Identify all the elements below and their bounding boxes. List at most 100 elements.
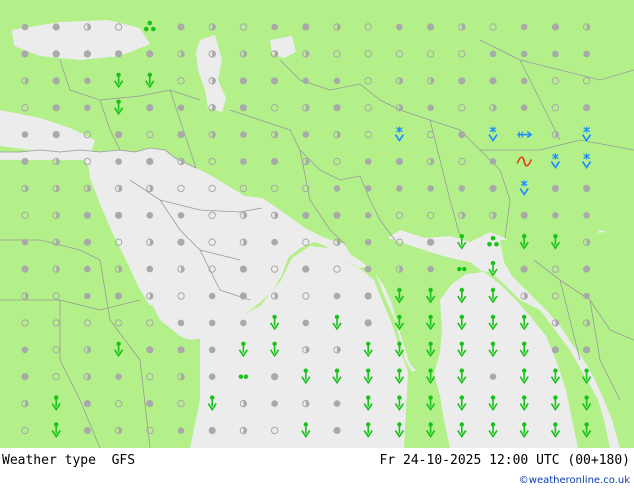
- cloud-cover-icon: [396, 23, 403, 31]
- cloud-cover-icon: [458, 77, 466, 85]
- cloud-cover-icon: [520, 77, 528, 85]
- cloud-cover-icon: [177, 131, 185, 139]
- cloud-cover-icon: [489, 77, 497, 85]
- cloud-cover-icon: [208, 292, 216, 300]
- cloud-cover-icon: [364, 292, 372, 300]
- valid-time: Fr 24-10-2025 12:00 UTC (00+180): [379, 453, 630, 468]
- cloud-cover-icon: [177, 104, 185, 111]
- cloud-cover-icon: [115, 131, 123, 139]
- cloud-cover-icon: [84, 265, 91, 273]
- cloud-cover-icon: [271, 157, 279, 166]
- cloud-cover-icon: [146, 400, 154, 408]
- cloud-cover-icon: [520, 104, 528, 111]
- cloud-cover-icon: [583, 184, 591, 192]
- cloud-cover-icon: [240, 158, 247, 165]
- cloud-cover-icon: [427, 238, 435, 246]
- cloud-cover-icon: [302, 23, 310, 31]
- cloud-cover-icon: [333, 185, 341, 192]
- cloud-cover-icon: [583, 292, 590, 300]
- cloud-cover-icon: [146, 346, 154, 354]
- cloud-cover-icon: [333, 426, 341, 435]
- cloud-cover-icon: [333, 211, 341, 219]
- cloud-cover-icon: [302, 265, 310, 273]
- cloud-cover-icon: [520, 211, 528, 219]
- cloud-cover-icon: [208, 426, 216, 435]
- cloud-cover-icon: [208, 346, 216, 354]
- cloud-cover-icon: [364, 238, 372, 246]
- cloud-cover-icon: [146, 212, 154, 219]
- cloud-cover-icon: [177, 319, 185, 327]
- cloud-cover-icon: [177, 238, 185, 246]
- cloud-cover-icon: [364, 319, 372, 327]
- cloud-cover-icon: [364, 158, 372, 165]
- cloud-cover-icon: [302, 77, 310, 85]
- cloud-cover-icon: [271, 238, 278, 246]
- cloud-cover-icon: [21, 157, 29, 166]
- cloud-cover-icon: [115, 373, 122, 381]
- cloud-cover-icon: [458, 131, 466, 139]
- cloud-cover-icon: [552, 50, 559, 58]
- cloud-cover-icon: [146, 265, 154, 273]
- cloud-cover-icon: [177, 346, 185, 354]
- cloud-cover-icon: [583, 50, 590, 58]
- cloud-cover-icon: [115, 211, 123, 219]
- map-title: Weather type GFS: [2, 453, 136, 468]
- cloud-cover-icon: [364, 185, 372, 192]
- cloud-cover-icon: [239, 265, 247, 273]
- cloud-cover-icon: [333, 104, 341, 112]
- cloud-cover-icon: [427, 23, 435, 31]
- weather-map-page: Weather type GFS Fr 24-10-2025 12:00 UTC…: [0, 0, 634, 490]
- cloud-cover-icon: [21, 131, 29, 138]
- weather-type-map: [0, 0, 634, 448]
- cloud-cover-icon: [302, 131, 310, 138]
- cloud-cover-icon: [520, 265, 528, 273]
- cloud-cover-icon: [239, 292, 247, 300]
- cloud-cover-icon: [21, 50, 29, 58]
- cloud-cover-icon: [21, 23, 29, 31]
- credit-link[interactable]: ©weatheronline.co.uk: [519, 475, 630, 486]
- cloud-cover-icon: [364, 212, 372, 219]
- cloud-cover-icon: [489, 184, 497, 192]
- cloud-cover-icon: [83, 238, 91, 246]
- cloud-cover-icon: [583, 212, 590, 219]
- cloud-cover-icon: [115, 158, 122, 165]
- cloud-cover-icon: [83, 400, 91, 408]
- cloud-cover-icon: [333, 400, 341, 407]
- cloud-cover-icon: [146, 157, 154, 166]
- cloud-cover-icon: [552, 212, 559, 219]
- cloud-cover-icon: [583, 104, 591, 112]
- cloud-cover-icon: [551, 23, 560, 31]
- cloud-cover-icon: [583, 265, 591, 273]
- cloud-cover-icon: [208, 319, 216, 327]
- cloud-cover-icon: [583, 346, 591, 354]
- cloud-cover-icon: [302, 319, 310, 327]
- cloud-cover-icon: [21, 373, 29, 381]
- cloud-cover-icon: [551, 346, 560, 354]
- cloud-cover-icon: [21, 346, 29, 354]
- cloud-cover-icon: [333, 292, 341, 300]
- cloud-cover-icon: [271, 23, 278, 31]
- cloud-cover-icon: [302, 211, 310, 219]
- cloud-cover-icon: [271, 77, 279, 85]
- cloud-cover-icon: [21, 238, 29, 246]
- cloud-cover-icon: [208, 373, 216, 381]
- cloud-cover-icon: [52, 23, 60, 31]
- cloud-cover-icon: [146, 50, 154, 58]
- cloud-cover-icon: [84, 104, 91, 111]
- cloud-cover-icon: [520, 50, 528, 58]
- cloud-cover-icon: [489, 158, 497, 165]
- cloud-cover-icon: [427, 104, 434, 111]
- cloud-cover-icon: [240, 131, 247, 138]
- cloud-cover-icon: [427, 185, 434, 192]
- cloud-cover-icon: [489, 373, 497, 381]
- cloud-cover-icon: [146, 104, 154, 112]
- cloud-cover-icon: [177, 23, 185, 31]
- cloud-cover-icon: [52, 131, 60, 139]
- cloud-cover-icon: [395, 157, 403, 166]
- cloud-cover-icon: [52, 104, 60, 112]
- cloud-cover-icon: [427, 265, 434, 273]
- cloud-cover-icon: [84, 77, 91, 85]
- cloud-cover-icon: [396, 185, 403, 192]
- cloud-cover-icon: [83, 211, 91, 219]
- cloud-cover-icon: [489, 50, 497, 58]
